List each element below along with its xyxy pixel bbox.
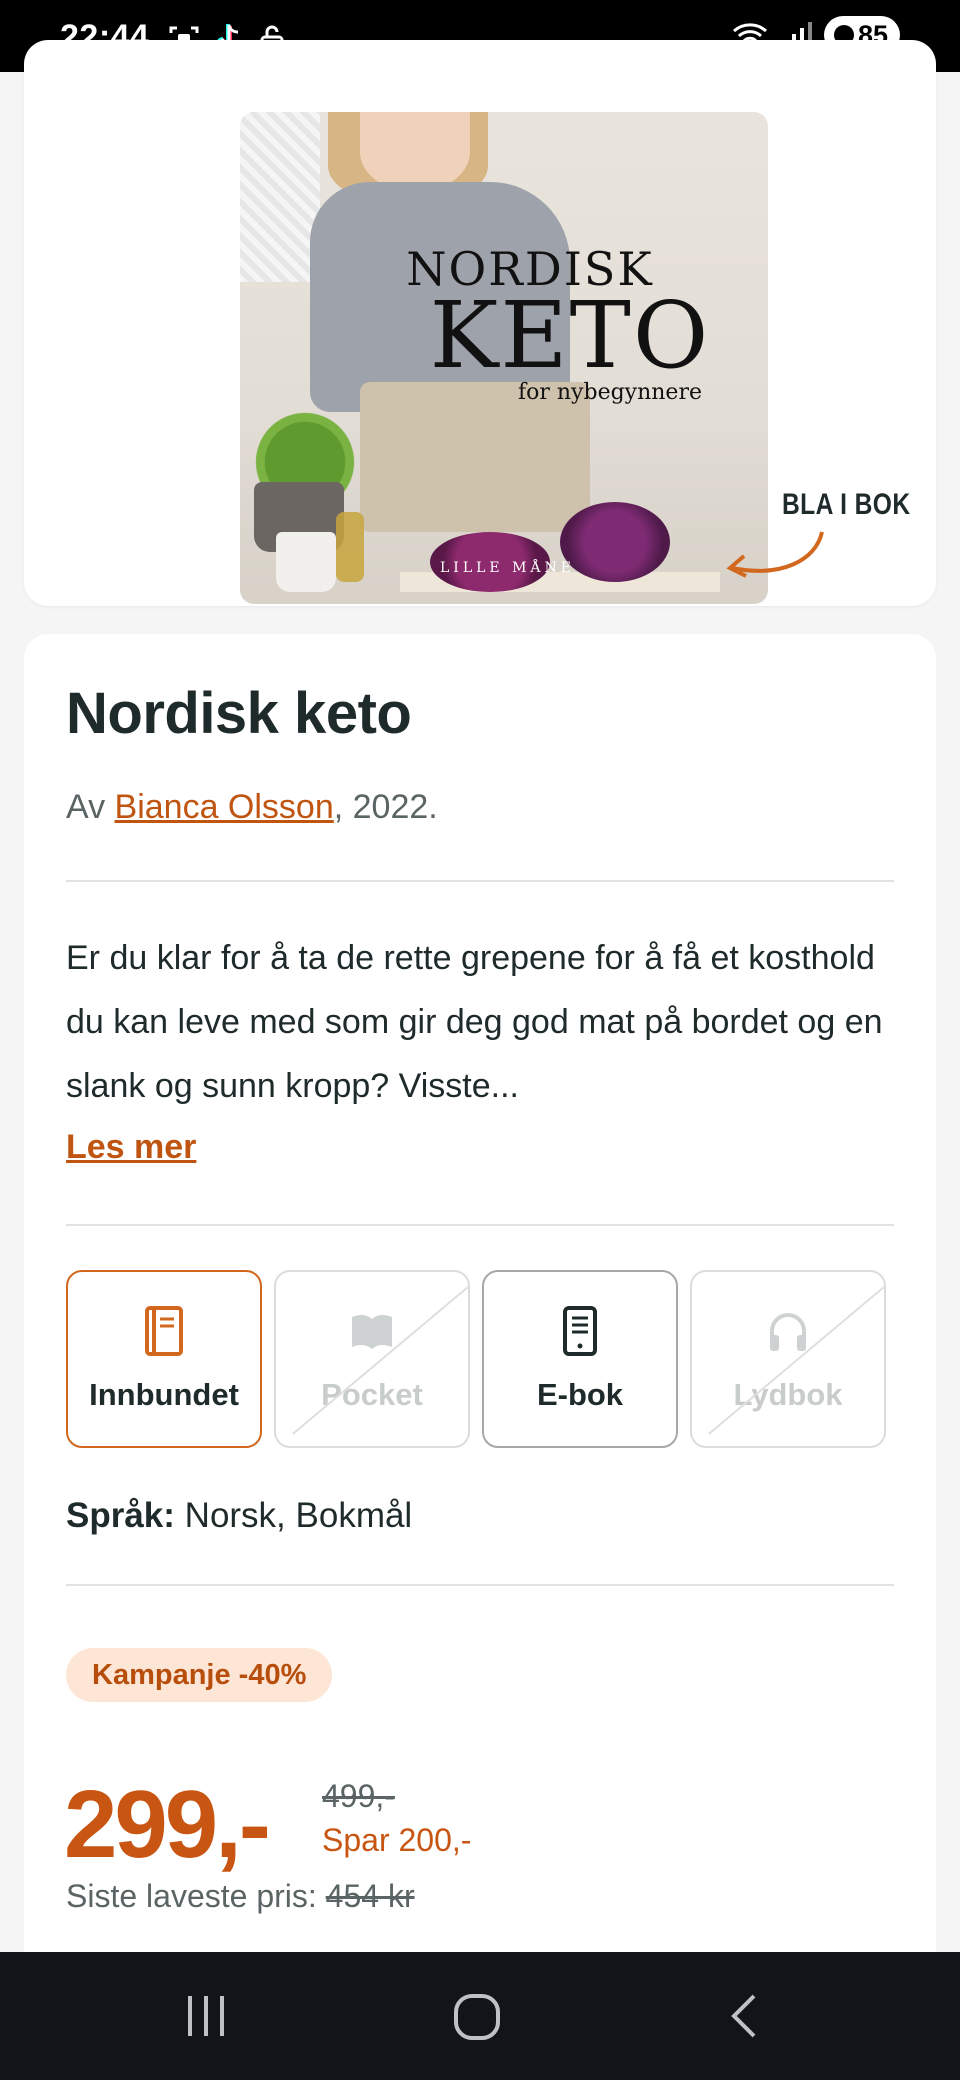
format-option-innbundet[interactable]: Innbundet xyxy=(66,1270,262,1448)
open-book-icon xyxy=(352,1314,392,1349)
format-label: Pocket xyxy=(321,1377,423,1412)
original-price: 499,- xyxy=(322,1778,395,1814)
ebook-reader-icon xyxy=(563,1306,597,1356)
language-value: Norsk, Bokmål xyxy=(174,1496,413,1535)
cover-face xyxy=(360,112,470,192)
current-price: 299,- xyxy=(64,1771,271,1878)
format-option-pocket[interactable]: Pocket xyxy=(274,1270,470,1448)
browse-book-label[interactable]: BLA I BOK xyxy=(782,488,911,522)
page-title: Nordisk keto xyxy=(66,681,412,746)
lowest-price-label: Siste laveste pris: xyxy=(66,1878,326,1914)
home-icon[interactable] xyxy=(452,1990,504,2042)
divider xyxy=(66,1224,894,1226)
language-label: Språk: xyxy=(66,1496,175,1535)
cover-subtitle: for nybegynnere xyxy=(517,380,702,405)
format-option-e-bok[interactable]: E-bok xyxy=(482,1270,678,1448)
campaign-badge: Kampanje -40% xyxy=(66,1648,333,1702)
book-icon xyxy=(145,1306,183,1356)
cover-publisher: LILLE MÅNE xyxy=(440,560,576,576)
cover-card: NORDISK KETO for nybegynnere LILLE MÅNE … xyxy=(24,40,936,606)
format-label: Lydbok xyxy=(733,1377,843,1412)
cover-cabbage xyxy=(560,502,670,582)
headphones-icon xyxy=(770,1313,806,1351)
language-info: Språk: Norsk, Bokmål xyxy=(66,1496,412,1536)
byline: Av Bianca Olsson, 2022. xyxy=(66,788,438,827)
read-more-link[interactable]: Les mer xyxy=(66,1128,196,1167)
format-label: Innbundet xyxy=(89,1377,239,1412)
recent-apps-icon[interactable] xyxy=(184,1990,228,2042)
lowest-price-info: Siste laveste pris: 454 kr xyxy=(66,1878,415,1915)
format-label: E-bok xyxy=(536,1377,624,1412)
divider xyxy=(66,880,894,882)
by-prefix: Av xyxy=(66,788,115,826)
book-cover[interactable]: NORDISK KETO for nybegynnere LILLE MÅNE xyxy=(240,112,768,604)
format-selector: Innbundet Pocket E-bok Lydbok xyxy=(66,1270,886,1448)
cover-title-line2: KETO xyxy=(429,282,711,389)
savings-amount: Spar 200,- xyxy=(322,1822,472,1858)
lowest-price-value: 454 kr xyxy=(325,1878,415,1914)
curved-arrow-icon xyxy=(726,531,824,578)
publish-year: , 2022. xyxy=(333,788,438,826)
cover-towel xyxy=(240,112,320,282)
back-icon[interactable] xyxy=(726,1990,762,2042)
cover-mug xyxy=(276,532,336,592)
book-description: Er du klar for å ta de rette grepene for… xyxy=(66,939,883,1105)
format-option-lydbok[interactable]: Lydbok xyxy=(690,1270,886,1448)
divider xyxy=(66,1584,894,1586)
system-navigation-bar xyxy=(0,1952,960,2080)
cover-bottle xyxy=(336,512,364,582)
author-link[interactable]: Bianca Olsson xyxy=(115,788,334,826)
